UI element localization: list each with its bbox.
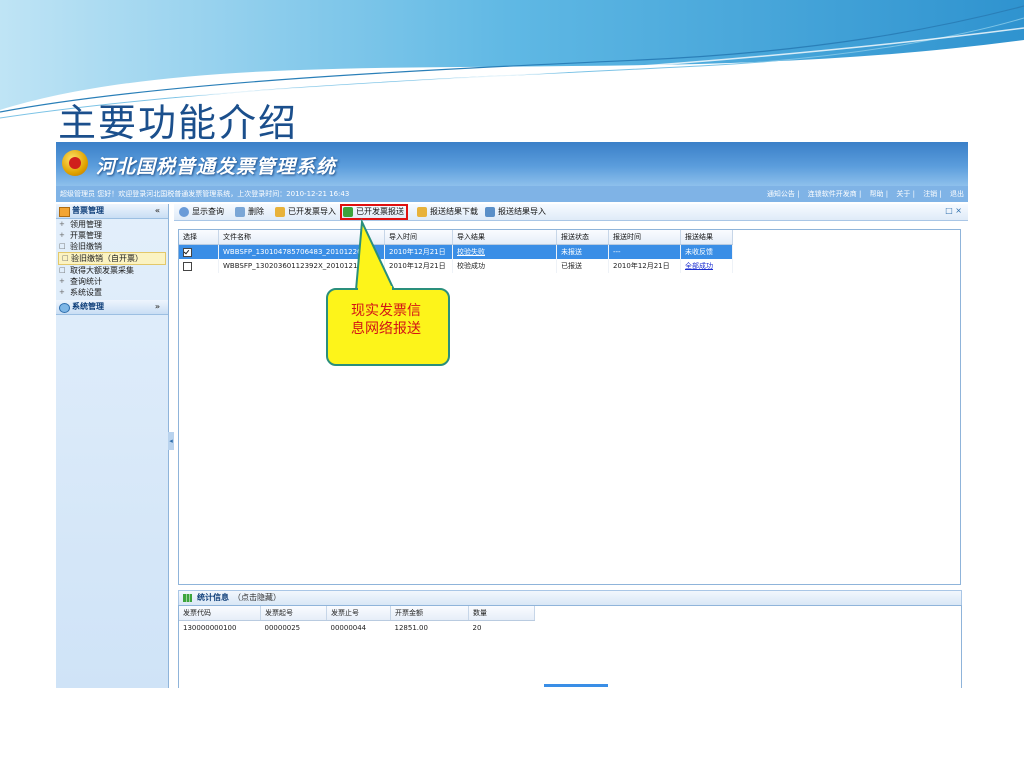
cell-import-result-link[interactable]: 校验失败 [457, 248, 485, 256]
callout-line-2: 息网络报送 [351, 321, 421, 337]
main-panel: 显示查询 删除 已开发票导入 已开发票报送 报送结果下载 报送结果导入 □ × … [174, 204, 968, 688]
callout-line-1: 现实发票信 [351, 303, 421, 319]
page-icon: □ [59, 266, 66, 274]
row-checkbox[interactable] [183, 261, 192, 271]
sidebar-item-verify[interactable]: □ 验旧缴销 [56, 241, 168, 252]
link-about[interactable]: 关于 [896, 190, 910, 198]
expand-icon: + [59, 288, 65, 296]
magnifier-icon [179, 207, 189, 217]
show-query-button[interactable]: 显示查询 [178, 206, 224, 218]
expand-down-icon[interactable]: » [155, 300, 160, 314]
cell-count: 20 [472, 624, 482, 632]
app-window: 河北国税普通发票管理系统 超级管理员 您好！欢迎登录河北国税普通发票管理系统，上… [56, 142, 968, 688]
col-import-result[interactable]: 导入结果 [452, 230, 557, 245]
window-controls: □ × [945, 206, 962, 215]
table-row[interactable]: 130000000100 00000025 00000044 12851.00 … [179, 621, 535, 636]
col-amount[interactable]: 开票金额 [390, 606, 469, 621]
report-issued-button[interactable]: 已开发票报送 [340, 204, 408, 220]
col-import-time[interactable]: 导入时间 [384, 230, 453, 245]
col-end-no[interactable]: 发票止号 [326, 606, 391, 621]
callout-text: 现实发票信 息网络报送 [326, 302, 446, 338]
stats-hint: （点击隐藏） [233, 593, 281, 602]
cell-report-time: 2010年12月21日 [608, 259, 681, 273]
sidebar-header-invoice-mgmt[interactable]: 普票管理 « [56, 204, 168, 219]
table-row[interactable]: WBBSFP_130104785706483_20101220 2010年12月… [179, 244, 733, 259]
cell-import-time: 2010年12月21日 [384, 244, 453, 259]
cell-report-time: --- [608, 244, 681, 259]
import-icon [275, 207, 285, 217]
cell-filename: WBBSFP_13020360112392X_20101219_1 [218, 259, 385, 273]
sidebar-item-query[interactable]: + 查询统计 [56, 276, 168, 287]
import-result-button[interactable]: 报送结果导入 [484, 206, 546, 218]
cell-report-status: 已报送 [556, 259, 609, 273]
sidebar: 普票管理 « + 领用管理 + 开票管理 □ 验旧缴销 □ 验旧缴销（自开票） □ 取得大… [56, 204, 169, 688]
maximize-icon[interactable]: □ [945, 206, 953, 215]
slide-title: 主要功能介绍 [58, 101, 299, 145]
download-result-button[interactable]: 报送结果下载 [416, 206, 478, 218]
sidebar-header-system-mgmt[interactable]: 系统管理 » [56, 300, 168, 315]
cell-import-result: 校验成功 [452, 259, 557, 273]
tax-emblem-icon [62, 150, 88, 176]
close-icon[interactable]: × [955, 206, 962, 215]
col-report-time[interactable]: 报送时间 [608, 230, 681, 245]
col-filename[interactable]: 文件名称 [218, 230, 385, 245]
cell-report-status: 未报送 [556, 244, 609, 259]
stats-title: 统计信息 [197, 593, 229, 602]
stats-header[interactable]: 统计信息 （点击隐藏） [178, 590, 962, 606]
app-banner: 河北国税普通发票管理系统 [56, 142, 968, 186]
stats-header-row: 发票代码 发票起号 发票止号 开票金额 数量 [179, 606, 535, 621]
import-issued-button[interactable]: 已开发票导入 [274, 206, 336, 218]
link-notice[interactable]: 通知公告 [767, 190, 795, 198]
expand-icon: + [59, 220, 65, 228]
link-logout[interactable]: 注销 [923, 190, 937, 198]
link-help[interactable]: 帮助 [870, 190, 884, 198]
sidebar-item-verify-self[interactable]: □ 验旧缴销（自开票） [58, 252, 166, 265]
grid-header-row: 选择 文件名称 导入时间 导入结果 报送状态 报送时间 报送结果 [179, 230, 733, 245]
report-send-icon [343, 207, 353, 217]
col-invoice-code[interactable]: 发票代码 [179, 606, 261, 621]
collapse-up-icon[interactable]: « [155, 204, 160, 218]
cell-amount: 12851.00 [394, 624, 428, 632]
delete-button[interactable]: 删除 [234, 206, 264, 218]
trash-icon [235, 207, 245, 217]
gear-icon [59, 303, 70, 313]
col-start-no[interactable]: 发票起号 [260, 606, 327, 621]
cell-start-no: 00000025 [264, 624, 301, 632]
toolbar: 显示查询 删除 已开发票导入 已开发票报送 报送结果下载 报送结果导入 □ × [174, 204, 968, 221]
file-grid: 选择 文件名称 导入时间 导入结果 报送状态 报送时间 报送结果 WBBSFP_… [178, 229, 961, 585]
table-row[interactable]: WBBSFP_13020360112392X_20101219_1 2010年1… [179, 259, 733, 273]
top-links: 通知公告 | 连锁软件开发商 | 帮助 | 关于 | 注销 | 退出 [766, 190, 964, 198]
cell-report-result-link[interactable]: 全部成功 [685, 262, 713, 270]
col-report-status[interactable]: 报送状态 [556, 230, 609, 245]
sidebar-item-receive[interactable]: + 领用管理 [56, 219, 168, 230]
sidebar-item-large-invoice[interactable]: □ 取得大额发票采集 [56, 265, 168, 276]
sidebar-item-issue[interactable]: + 开票管理 [56, 230, 168, 241]
col-report-result[interactable]: 报送结果 [680, 230, 733, 245]
page-icon: □ [62, 254, 69, 262]
bar-chart-icon [183, 594, 192, 602]
cell-filename: WBBSFP_130104785706483_20101220 [218, 244, 385, 259]
link-exit[interactable]: 退出 [950, 190, 964, 198]
cell-end-no: 00000044 [330, 624, 367, 632]
link-developers[interactable]: 连锁软件开发商 [808, 190, 857, 198]
page-icon: □ [59, 242, 66, 250]
expand-icon: + [59, 277, 65, 285]
result-import-icon [485, 207, 495, 217]
col-count[interactable]: 数量 [468, 606, 535, 621]
cell-import-time: 2010年12月21日 [384, 259, 453, 273]
col-select[interactable]: 选择 [179, 230, 219, 245]
welcome-text: 超级管理员 您好！欢迎登录河北国税普通发票管理系统，上次登录时间：2010-12… [60, 190, 350, 198]
download-icon [417, 207, 427, 217]
cell-report-result: 未收反馈 [680, 244, 733, 259]
row-checkbox[interactable] [183, 247, 192, 257]
cell-invoice-code: 130000000100 [183, 624, 237, 632]
info-bar: 超级管理员 您好！欢迎登录河北国税普通发票管理系统，上次登录时间：2010-12… [56, 186, 968, 202]
folder-icon [59, 207, 70, 217]
expand-icon: + [59, 231, 65, 239]
sidebar-item-settings[interactable]: + 系统设置 [56, 287, 168, 298]
app-title: 河北国税普通发票管理系统 [96, 156, 337, 178]
stats-grid: 发票代码 发票起号 发票止号 开票金额 数量 130000000100 0000… [178, 605, 962, 688]
scroll-thumb[interactable] [544, 684, 608, 687]
